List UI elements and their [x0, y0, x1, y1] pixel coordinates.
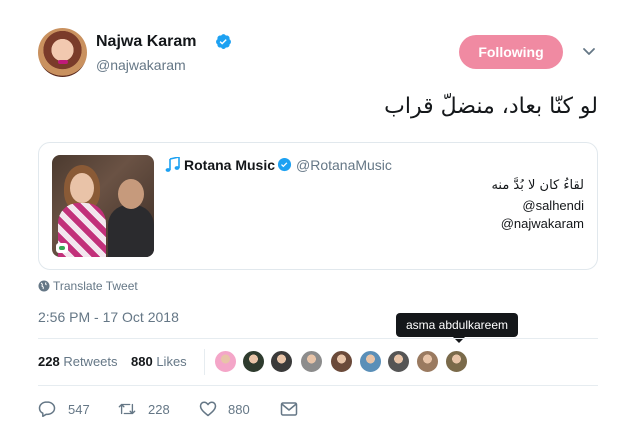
author-name[interactable]: Najwa Karam [96, 33, 197, 51]
divider [38, 385, 598, 386]
liker-avatar[interactable] [387, 350, 410, 373]
likes-count: 880 [131, 354, 153, 369]
tweet-text: لو كنّا بعاد، منضلّ قراب [384, 94, 598, 119]
photo-face-left [70, 173, 94, 203]
liker-avatar[interactable] [214, 350, 237, 373]
translate-tweet-link[interactable]: Translate Tweet [53, 279, 138, 293]
avatar-detail [58, 60, 68, 64]
liker-tooltip: asma abdulkareem [396, 313, 518, 337]
liker-avatar[interactable] [330, 350, 353, 373]
tweet-timestamp[interactable]: 2:56 PM - 17 Oct 2018 [38, 309, 179, 325]
following-button[interactable]: Following [459, 35, 563, 69]
like-count: 880 [228, 402, 250, 417]
photo-face-right [118, 179, 144, 209]
author-avatar[interactable] [38, 28, 87, 77]
music-notes-icon [165, 157, 180, 172]
retweets-label: Retweets [63, 354, 118, 369]
liker-avatar[interactable] [416, 350, 439, 373]
verified-badge-icon [277, 157, 292, 172]
retweet-icon[interactable] [118, 400, 136, 418]
quoted-tweet-mention[interactable]: @najwakaram [420, 216, 584, 231]
quoted-author-handle[interactable]: @RotanaMusic [296, 157, 392, 173]
photo-person-right [108, 205, 154, 257]
liker-avatar[interactable] [300, 350, 323, 373]
quoted-tweet-text: لقاءُ كان لا بُدَّ منه [491, 178, 584, 193]
envelope-icon[interactable] [280, 400, 298, 418]
retweet-count: 228 [148, 402, 170, 417]
reply-icon[interactable] [38, 400, 56, 418]
verified-badge-icon [216, 34, 231, 49]
chevron-down-icon[interactable] [582, 44, 596, 58]
heart-icon[interactable] [199, 400, 217, 418]
media-badge-icon [56, 243, 68, 253]
likes-label: Likes [156, 354, 187, 369]
liker-avatar[interactable] [445, 350, 468, 373]
reply-count: 547 [68, 402, 90, 417]
globe-icon [38, 280, 50, 292]
quoted-tweet-mention[interactable]: @salhendi [420, 198, 584, 213]
likes-stat[interactable]: 880 Likes [131, 354, 187, 369]
divider [204, 349, 205, 375]
author-handle[interactable]: @najwakaram [96, 57, 186, 73]
liker-avatar[interactable] [270, 350, 293, 373]
liker-avatar[interactable] [242, 350, 265, 373]
quoted-author-name[interactable]: Rotana Music [184, 157, 275, 173]
retweets-count: 228 [38, 354, 60, 369]
divider [38, 338, 598, 339]
retweets-stat[interactable]: 228 Retweets [38, 354, 118, 369]
liker-avatar[interactable] [359, 350, 382, 373]
quoted-tweet-image[interactable] [52, 155, 154, 257]
